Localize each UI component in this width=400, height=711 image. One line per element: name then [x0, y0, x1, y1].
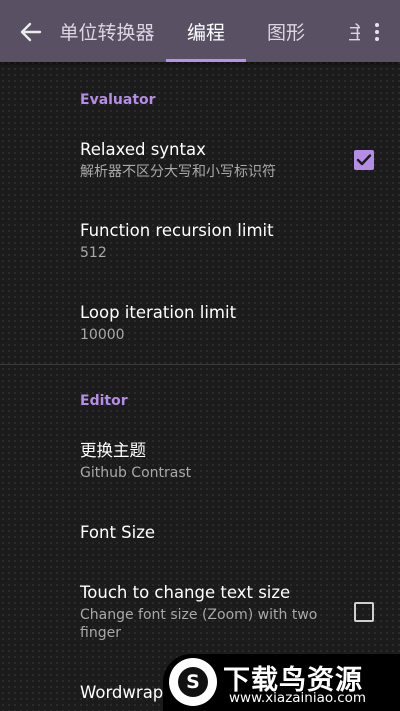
tab-unit-converter[interactable]: 单位转换器 — [60, 0, 166, 62]
tab-label: 编程 — [186, 21, 225, 44]
pref-title: Loop iteration limit — [80, 303, 237, 322]
touch-text-size-checkbox[interactable] — [354, 602, 374, 622]
app-bar: 单位转换器 编程 图形 主 — [0, 0, 400, 62]
tab-programming[interactable]: 编程 — [166, 0, 246, 62]
check-icon — [356, 154, 372, 166]
tab-strip: 单位转换器 编程 图形 主 — [60, 0, 360, 62]
watermark-logo-glyph: S — [178, 667, 208, 697]
tab-label: 图形 — [266, 21, 305, 44]
arrow-left-icon — [20, 22, 42, 42]
tab-label: 主 — [348, 21, 360, 44]
tab-label: 单位转换器 — [60, 21, 155, 44]
category-header-evaluator: Evaluator — [80, 92, 156, 108]
back-button[interactable] — [14, 17, 48, 47]
pref-title: Function recursion limit — [80, 221, 274, 240]
more-options-button[interactable] — [366, 17, 388, 47]
pref-title: Touch to change text size — [80, 583, 291, 602]
pref-loop-iteration-limit[interactable]: Loop iteration limit 10000 — [80, 302, 340, 344]
more-vert-icon — [375, 23, 379, 27]
pref-summary: Change font size (Zoom) with two finger — [80, 607, 318, 641]
pref-change-theme[interactable]: 更换主题 Github Contrast — [80, 440, 340, 482]
pref-title: 更换主题 — [80, 441, 146, 460]
tab-theme[interactable]: 主 — [326, 0, 360, 62]
category-header-editor: Editor — [80, 393, 128, 409]
pref-title: Relaxed syntax — [80, 140, 206, 159]
relaxed-syntax-checkbox[interactable] — [354, 150, 374, 170]
pref-summary: 解析器不区分大写和小写标识符 — [80, 164, 276, 180]
pref-summary: 10000 — [80, 327, 125, 343]
watermark-logo: S — [169, 658, 217, 706]
settings-list[interactable]: Evaluator Relaxed syntax 解析器不区分大写和小写标识符 … — [0, 62, 400, 711]
watermark-url: www.xiazainiao.com — [229, 690, 367, 706]
watermark-badge: S 下载鸟资源 www.xiazainiao.com — [163, 654, 400, 711]
pref-relaxed-syntax[interactable]: Relaxed syntax 解析器不区分大写和小写标识符 — [80, 139, 340, 181]
pref-summary: 512 — [80, 245, 107, 261]
tab-graph[interactable]: 图形 — [246, 0, 326, 62]
active-tab-indicator — [166, 59, 246, 62]
pref-touch-text-size[interactable]: Touch to change text size Change font si… — [80, 582, 342, 642]
pref-title: Font Size — [80, 523, 156, 542]
pref-summary: Github Contrast — [80, 465, 192, 481]
category-divider — [0, 364, 400, 365]
pref-function-recursion-limit[interactable]: Function recursion limit 512 — [80, 220, 340, 262]
pref-font-size[interactable]: Font Size — [80, 522, 340, 544]
